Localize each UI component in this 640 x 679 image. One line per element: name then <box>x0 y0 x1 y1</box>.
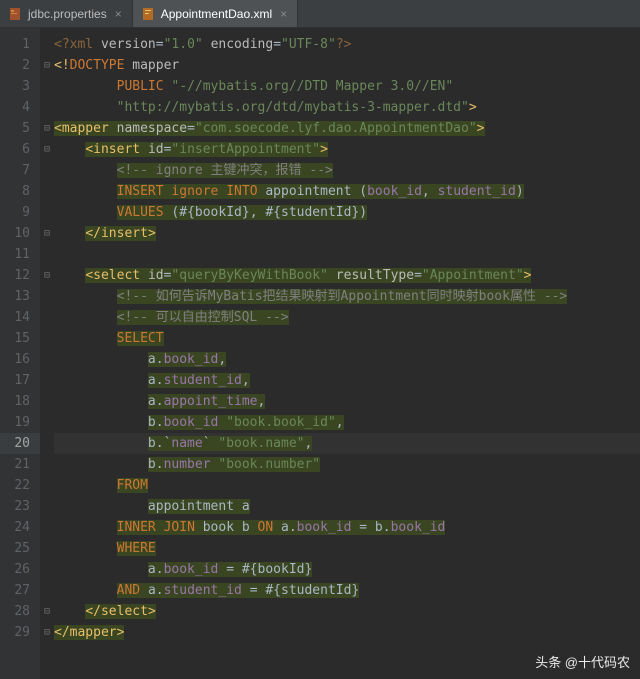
tab-label: jdbc.properties <box>28 7 107 21</box>
file-icon <box>8 7 22 21</box>
code-line: </insert> <box>54 223 640 244</box>
code-line: b.number "book.number" <box>54 454 640 475</box>
tab-bar: jdbc.properties × AppointmentDao.xml × <box>0 0 640 28</box>
line-number-gutter: 1234567891011121314151617181920212223242… <box>0 28 40 679</box>
code-line: FROM <box>54 475 640 496</box>
code-line: a.book_id, <box>54 349 640 370</box>
close-icon[interactable]: × <box>278 7 289 21</box>
file-icon <box>141 7 155 21</box>
code-line: <!-- 如何告诉MyBatis把结果映射到Appointment同时映射boo… <box>54 286 640 307</box>
code-line: WHERE <box>54 538 640 559</box>
code-area[interactable]: <?xml version="1.0" encoding="UTF-8"?> <… <box>54 28 640 679</box>
code-line: a.appoint_time, <box>54 391 640 412</box>
code-line: a.student_id, <box>54 370 640 391</box>
tab-appointment-dao[interactable]: AppointmentDao.xml × <box>133 0 298 27</box>
code-line: appointment a <box>54 496 640 517</box>
code-line: </mapper> <box>54 622 640 643</box>
tab-label: AppointmentDao.xml <box>161 7 272 21</box>
code-line: <!-- 可以自由控制SQL --> <box>54 307 640 328</box>
tab-jdbc-properties[interactable]: jdbc.properties × <box>0 0 133 27</box>
code-line: </select> <box>54 601 640 622</box>
code-line <box>54 244 640 265</box>
code-line: INSERT ignore INTO appointment (book_id,… <box>54 181 640 202</box>
close-icon[interactable]: × <box>113 7 124 21</box>
editor: 1234567891011121314151617181920212223242… <box>0 28 640 679</box>
code-line: "http://mybatis.org/dtd/mybatis-3-mapper… <box>54 97 640 118</box>
watermark: 头条 @十代码农 <box>535 652 630 671</box>
code-line: SELECT <box>54 328 640 349</box>
code-line: <?xml version="1.0" encoding="UTF-8"?> <box>54 34 640 55</box>
code-line: a.book_id = #{bookId} <box>54 559 640 580</box>
code-line: AND a.student_id = #{studentId} <box>54 580 640 601</box>
code-line: <!DOCTYPE mapper <box>54 55 640 76</box>
code-line: INNER JOIN book b ON a.book_id = b.book_… <box>54 517 640 538</box>
code-line: VALUES (#{bookId}, #{studentId}) <box>54 202 640 223</box>
code-line: <select id="queryByKeyWithBook" resultTy… <box>54 265 640 286</box>
code-line: <!-- ignore 主键冲突，报错 --> <box>54 160 640 181</box>
code-line: <mapper namespace="com.soecode.lyf.dao.A… <box>54 118 640 139</box>
code-line: PUBLIC "-//mybatis.org//DTD Mapper 3.0//… <box>54 76 640 97</box>
code-line: b.`name` "book.name", <box>54 433 640 454</box>
code-line: b.book_id "book.book_id", <box>54 412 640 433</box>
code-line: <insert id="insertAppointment"> <box>54 139 640 160</box>
fold-gutter: ⊟⊟⊟⊟⊟⊟⊟ <box>40 28 54 679</box>
